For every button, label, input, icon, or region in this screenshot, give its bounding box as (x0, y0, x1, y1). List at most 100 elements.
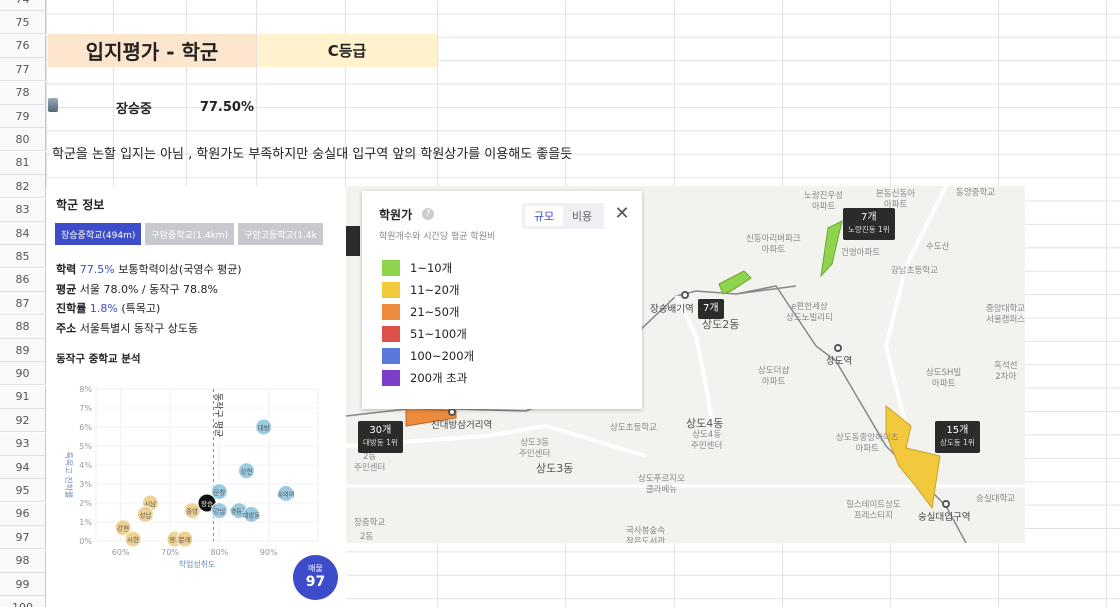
y-tick-label: 6% (79, 423, 92, 432)
y-tick-label: 7% (79, 404, 92, 413)
map-place-label[interactable]: 힐스테이트상도 프레스티지 (846, 500, 901, 522)
row-number[interactable]: 79 (0, 105, 46, 128)
progress-label: 진학률 (56, 302, 87, 315)
row-number[interactable]: 84 (0, 222, 46, 245)
map-place-label[interactable]: 건영아파트 (841, 248, 880, 259)
map-place-label[interactable]: 상도3동 (536, 463, 573, 474)
tab-school-2[interactable]: 구암중학교(1.4km) (145, 223, 235, 245)
row-number[interactable]: 96 (0, 502, 46, 526)
map-place-label[interactable]: 상도역 (826, 356, 852, 367)
station-marker[interactable] (448, 408, 456, 416)
map-place-label[interactable]: 신동아리버파크 아파트 (746, 234, 801, 256)
info-icon[interactable]: ? (422, 208, 434, 220)
row-number[interactable]: 86 (0, 268, 46, 292)
x-tick-label: 70% (161, 548, 179, 557)
legend-item: 200개 초과 (382, 367, 474, 389)
row-number[interactable]: 74 (0, 0, 46, 11)
map-place-label[interactable]: 상도2동 (702, 319, 739, 330)
school-name-cell[interactable]: 장승중 (116, 96, 186, 118)
scatter-point-label: 문래 (179, 535, 191, 544)
row-number[interactable]: 95 (0, 479, 46, 503)
row-number[interactable]: 89 (0, 339, 46, 362)
badge-count: 15개 (946, 425, 969, 436)
listing-label: 매물 (308, 564, 323, 573)
row-number[interactable]: 90 (0, 362, 46, 386)
map-place-label[interactable]: 동양중학교 (956, 188, 995, 199)
map-place-label[interactable]: 상도더샵 아파트 (758, 366, 789, 388)
map-place-label[interactable]: 국사봉숲속 작은도서관 (626, 526, 665, 543)
map-place-label[interactable]: 수도산 (926, 242, 949, 253)
row-number[interactable]: 93 (0, 432, 46, 456)
map-place-label[interactable]: 장승배기역 (650, 304, 694, 315)
row-number[interactable]: 83 (0, 198, 46, 222)
map-place-label[interactable]: 상도초등학교 (610, 423, 657, 434)
tab-school-1[interactable]: 장승중학교(494m) (55, 223, 142, 245)
toggle-cost[interactable]: 비용 (563, 206, 601, 226)
row-number[interactable]: 88 (0, 315, 46, 339)
y-tick-label: 4% (79, 461, 92, 470)
row-number[interactable]: 78 (0, 81, 46, 105)
station-marker[interactable] (834, 344, 842, 352)
y-tick-label: 5% (79, 442, 92, 451)
academy-count-badge[interactable]: 7개 (698, 299, 724, 319)
legend-swatch (382, 348, 400, 364)
map-place-label[interactable]: 상도동중앙하이츠 아파트 (836, 433, 899, 455)
row-number[interactable]: 85 (0, 245, 46, 269)
station-marker[interactable] (942, 500, 950, 508)
map-place-label[interactable]: 중앙대학교 서울캠퍼스 (986, 304, 1025, 326)
scatter-point-label: 강현 (117, 524, 129, 533)
legend-item: 1~10개 (382, 257, 474, 279)
map-place-label[interactable]: 노량진우성 아파트 (804, 191, 843, 213)
row-number[interactable]: 92 (0, 409, 46, 433)
close-icon[interactable]: ✕ (612, 203, 632, 224)
image-thumbnail[interactable] (48, 98, 58, 112)
scale-cost-toggle[interactable]: 규모 비용 (522, 203, 604, 229)
map-place-label[interactable]: 강남초등학교 (891, 266, 938, 277)
school-pct-cell[interactable]: 77.50% (190, 96, 254, 118)
map-place-label[interactable]: 상도3동 주민센터 (519, 438, 550, 460)
row-number[interactable]: 76 (0, 34, 46, 58)
title-cell[interactable]: 입지평가 - 학군 (48, 34, 256, 67)
info-title: 학군 정보 (56, 198, 105, 212)
academy-count-badge[interactable]: 30개 대방동 1위 (358, 421, 403, 453)
row-number[interactable]: 99 (0, 573, 46, 596)
grade-cell[interactable]: C등급 (257, 34, 437, 67)
map-place-label[interactable]: 숭실대입구역 (918, 512, 970, 523)
row-number[interactable]: 77 (0, 58, 46, 82)
map-place-label[interactable]: 신대방삼거리역 (431, 420, 492, 431)
map-place-label[interactable]: 흑석선 2차아 (994, 361, 1017, 383)
row-number[interactable]: 97 (0, 526, 46, 550)
toggle-scale[interactable]: 규모 (525, 206, 563, 226)
row-number[interactable]: 94 (0, 456, 46, 479)
note-cell[interactable]: 학군을 논할 입지는 아님 , 학원가도 부족하지만 숭실대 입구역 앞의 학원… (52, 141, 752, 163)
row-number[interactable]: 87 (0, 292, 46, 316)
academy-count-badge[interactable]: 7개 노량진동 1위 (843, 208, 895, 240)
tab-school-3[interactable]: 구암고등학교(1.4k (238, 223, 323, 245)
map-place-label[interactable]: 장중학교 (354, 518, 385, 529)
y-axis-label: 특목고 진학률 (64, 452, 74, 499)
row-number[interactable]: 91 (0, 385, 46, 409)
map-place-label[interactable]: 숭실대학교 (976, 494, 1015, 505)
row-number[interactable]: 82 (0, 175, 46, 199)
row-number[interactable]: 98 (0, 549, 46, 573)
average-value: 서울 78.0% / 동작구 78.8% (79, 282, 218, 296)
scatter-point-label: 숭의여 (277, 490, 295, 499)
map-place-label[interactable]: 상도SH빌 아파트 (926, 368, 961, 390)
academy-count-badge[interactable]: 15개 상도동 1위 (935, 421, 980, 453)
row-number[interactable]: 80 (0, 128, 46, 152)
row-number[interactable]: 81 (0, 151, 46, 175)
map-place-label[interactable]: 상도4동 주민센터 (691, 430, 722, 452)
station-marker[interactable] (681, 291, 689, 299)
legend-swatch (382, 326, 400, 342)
legend-item: 21~50개 (382, 301, 474, 323)
map-place-label[interactable]: 상도4동 (686, 418, 723, 429)
map-place-label[interactable]: 2동 주민센터 (354, 452, 385, 474)
listing-count: 97 (305, 574, 326, 590)
row-number[interactable]: 75 (0, 11, 46, 35)
listing-count-button[interactable]: 매물 97 (293, 555, 338, 600)
row-number[interactable]: 100 (0, 596, 46, 607)
legend-label: 100~200개 (410, 349, 475, 363)
map-place-label[interactable]: 2동 (360, 532, 373, 543)
map-place-label[interactable]: 상도푸르지오 클라베뉴 (638, 474, 685, 496)
map-place-label[interactable]: e편한세상 상도노빌리티 (786, 302, 833, 324)
